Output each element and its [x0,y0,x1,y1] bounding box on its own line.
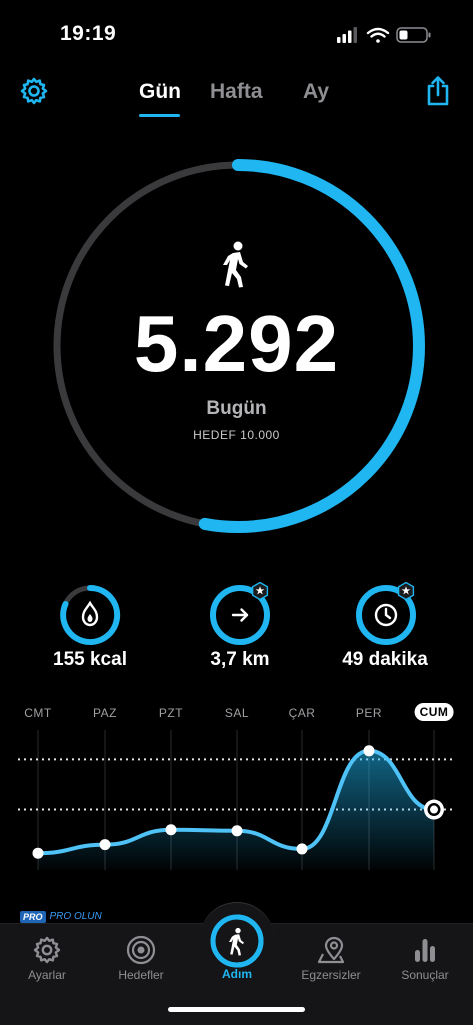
star-badge-icon [397,582,415,600]
chart-point [231,825,243,837]
walking-icon [210,914,264,968]
status-icons [335,25,435,45]
home-indicator [168,1007,305,1012]
gear-icon [33,936,61,964]
pro-text: PRO OLUN [49,911,102,923]
calories-ring[interactable] [59,584,121,646]
chart-day-label: SAL [224,706,250,720]
calories-value: 155 kcal [53,649,127,670]
share-button[interactable] [421,74,455,108]
nav-goals-label: Hedefler [118,968,164,982]
chart-point [99,839,111,851]
chart-point [165,824,177,836]
nav-results-label: Sonuçlar [401,968,449,982]
nav-steps-label: Adım [222,967,252,981]
flame-icon [81,600,99,627]
today-label: Bugün [206,398,267,419]
pro-tag: PRO [20,910,46,923]
star-badge-icon [251,582,269,600]
battery-icon [396,27,431,43]
nav-settings-label: Ayarlar [28,968,66,982]
chart-day-label: CUM [414,703,454,721]
status-time: 19:19 [60,22,117,45]
chart-point-active-center [430,805,438,814]
nav-workouts-label: Egzersizler [301,968,361,982]
tab-month[interactable]: Ay [303,80,329,104]
chart-day-label: PZT [158,706,184,720]
duration-value: 49 dakika [342,649,428,670]
chart-point [363,745,375,757]
nav-results[interactable]: Sonuçlar [378,924,472,1004]
tab-week[interactable]: Hafta [210,80,263,104]
step-count: 5.292 [133,299,340,388]
walking-icon [218,240,254,290]
settings-button[interactable] [18,75,50,107]
share-icon [427,76,449,106]
nav-workouts[interactable]: Egzersizler [284,924,378,1004]
map-pin-icon [317,936,345,964]
clock-icon [374,603,398,627]
nav-steps[interactable]: Adım [189,902,285,1002]
wifi-icon [366,27,390,43]
bar-chart-icon [415,939,435,962]
signal-icon [337,27,357,43]
nav-goals[interactable]: Hedefler [94,924,188,1004]
gear-icon [20,77,48,105]
chart-point [32,847,44,859]
nav-settings[interactable]: Ayarlar [0,924,94,1004]
tab-day[interactable]: Gün [139,80,181,104]
goal-label: HEDEF 10.000 [193,428,280,442]
distance-value: 3,7 km [210,649,270,670]
chart-day-label: PAZ [93,706,117,720]
chart-point [296,843,308,855]
arrow-right-icon [231,608,249,622]
chart-day-label: CMT [24,706,52,720]
weekly-steps-chart[interactable] [0,730,473,870]
target-icon [126,935,156,965]
chart-day-label: PER [355,706,383,720]
chart-day-label: ÇAR [288,706,316,720]
chart-day-labels: CMT PAZ PZT SAL ÇAR PER CUM [0,700,473,730]
tab-active-indicator [139,114,180,117]
